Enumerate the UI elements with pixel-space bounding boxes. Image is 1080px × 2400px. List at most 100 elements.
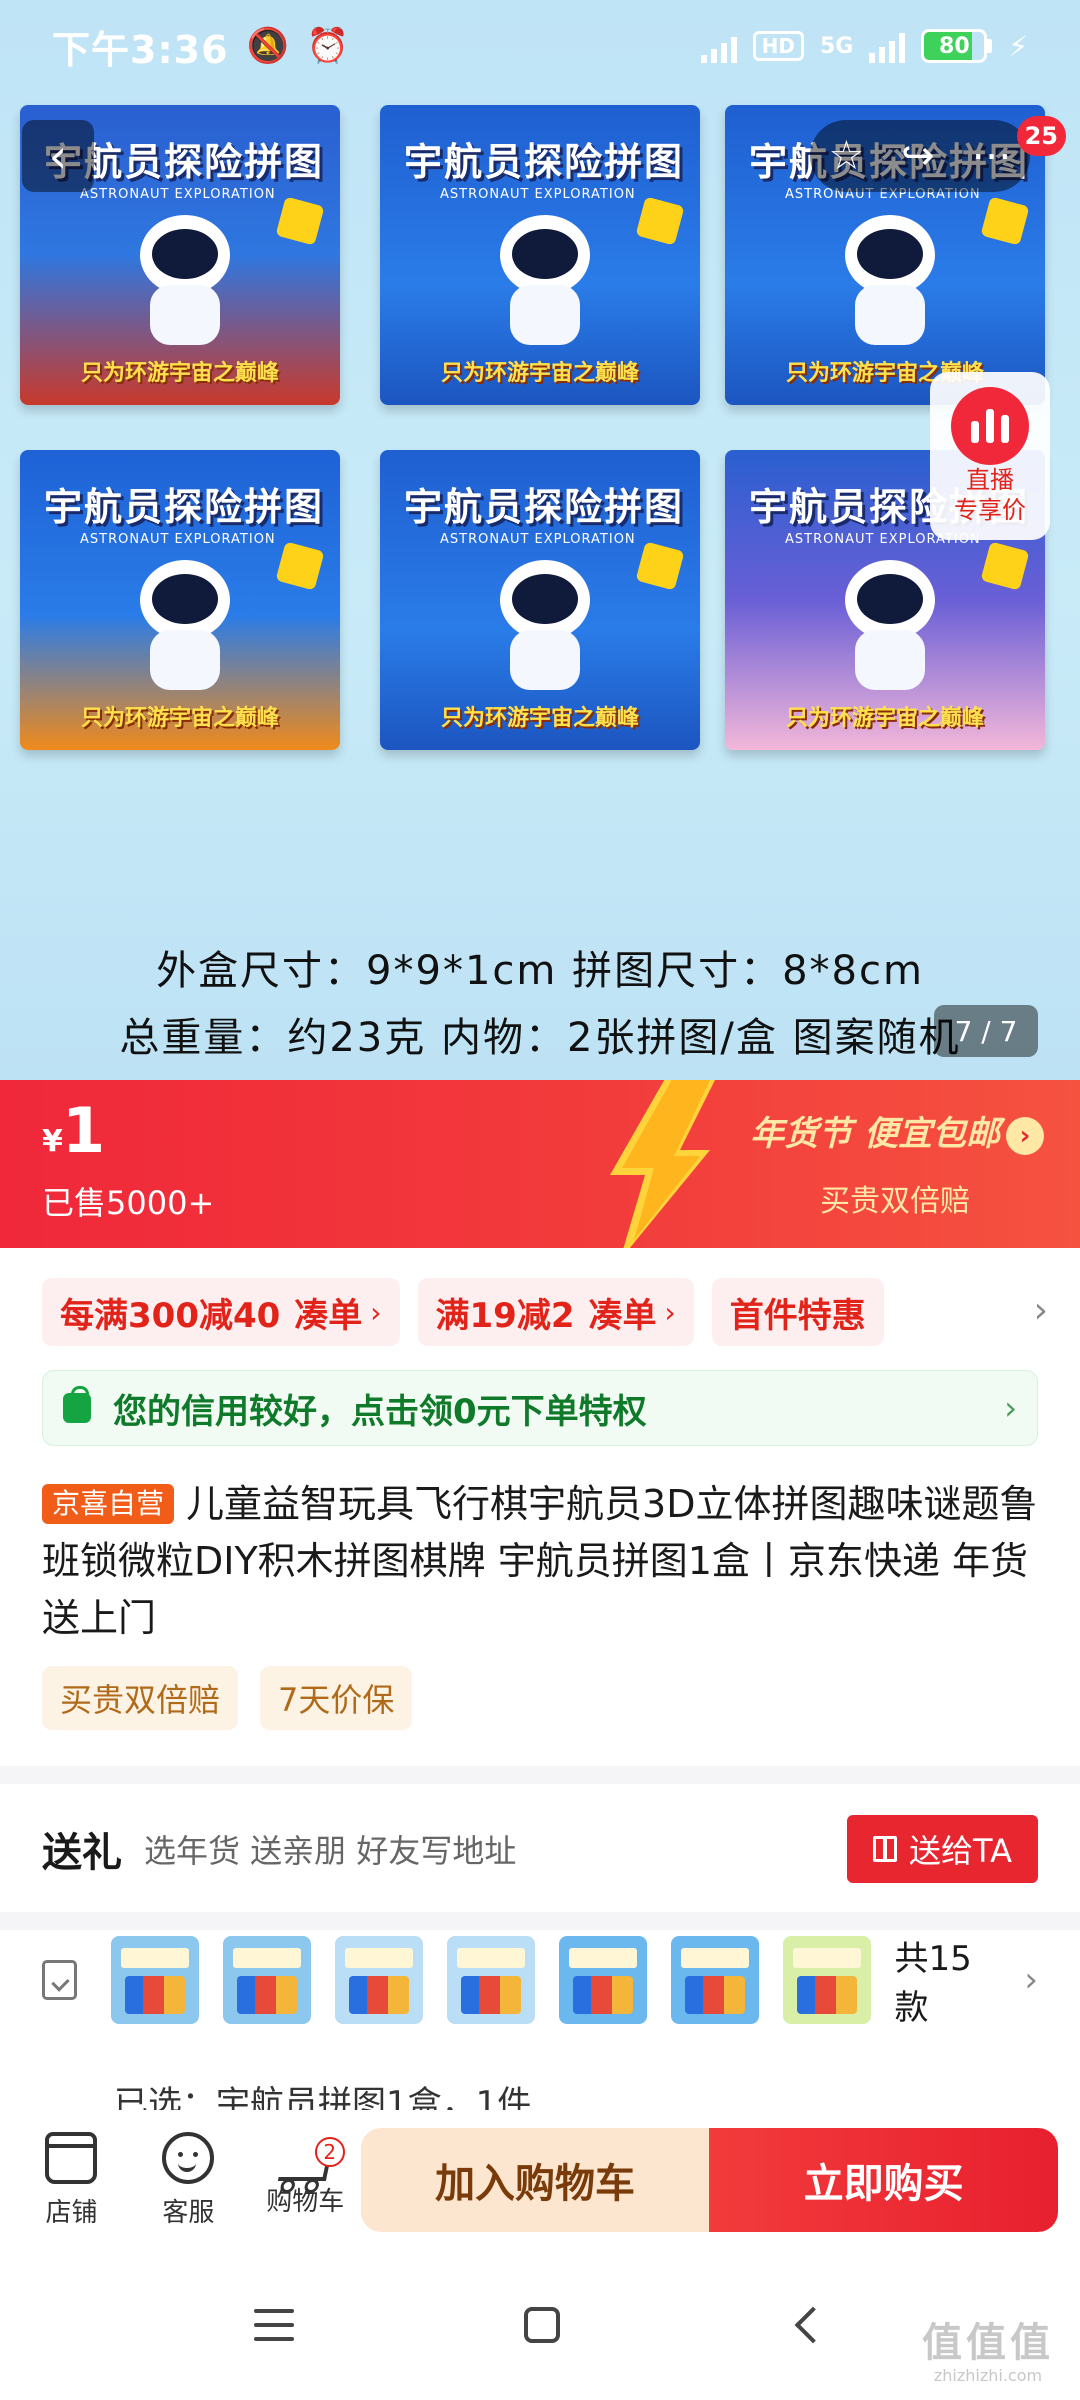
gift-description: 选年货 送亲朋 好友写地址 — [144, 1832, 517, 1870]
box-subtitle: ASTRONAUT EXPLORATION — [80, 187, 276, 202]
buy-now-button[interactable]: 立即购买 — [709, 2128, 1058, 2232]
astronaut-illustration — [130, 215, 240, 345]
back-nav-icon[interactable] — [794, 2306, 832, 2344]
lightning-icon — [610, 1080, 715, 1248]
live-label: 直播 — [966, 466, 1014, 494]
chevron-left-icon: ‹ — [48, 129, 68, 183]
box-slogan: 只为环游宇宙之巅峰 — [785, 706, 984, 731]
box-title: 宇航员探险拼图 — [404, 485, 685, 529]
chevron-right-icon: › — [1004, 1389, 1017, 1427]
self-operated-tag: 京喜自营 — [42, 1484, 175, 1524]
chevron-right-icon: › — [1024, 1960, 1038, 2000]
section-divider — [0, 1766, 1080, 1784]
variant-thumbnail[interactable] — [558, 1936, 647, 2024]
cell-signal-icon — [869, 29, 906, 63]
battery-icon: 80 — [921, 29, 993, 63]
product-title-text: 儿童益智玩具飞行棋宇航员3D立体拼图趣味谜题鲁班锁微粒DIY积木拼图棋牌 宇航员… — [42, 1482, 1038, 1640]
coupon-label: 首件特惠 — [729, 1295, 866, 1336]
variant-thumbnail[interactable] — [446, 1936, 535, 2024]
box-subtitle: ASTRONAUT EXPLORATION — [440, 187, 636, 202]
chevron-right-icon: › — [664, 1295, 676, 1329]
variant-selector[interactable]: 共15款 › — [0, 1930, 1080, 2030]
box-slogan: 只为环游宇宙之巅峰 — [440, 361, 639, 386]
guarantee-chip[interactable]: 7天价保 — [260, 1666, 413, 1730]
credit-privilege-banner[interactable]: 您的信用较好，点击领0元下单特权 › — [42, 1370, 1038, 1446]
guarantee-chip[interactable]: 买贵双倍赔 — [42, 1666, 239, 1730]
price-currency: ¥ — [42, 1124, 63, 1159]
coupon-label: 每满300减40 — [60, 1295, 281, 1336]
price-banner: ¥ 1 已售5000+ 年货节 便宜包邮 › 买贵双倍赔 — [0, 1080, 1080, 1248]
box-slogan: 只为环游宇宙之巅峰 — [80, 706, 279, 731]
puzzle-box: 宇航员探险拼图 ASTRONAUT EXPLORATION 只为环游宇宙之巅峰 — [380, 105, 700, 405]
coupon-row: 每满300减40 凑单 › 满19减2 凑单 › 首件特惠 — [42, 1278, 1042, 1346]
box-slogan: 只为环游宇宙之巅峰 — [440, 706, 639, 731]
variant-thumbnail[interactable] — [670, 1936, 759, 2024]
message-badge: 25 — [1016, 116, 1066, 156]
chevron-right-icon: › — [370, 1295, 382, 1329]
favorite-star-icon[interactable]: ☆ — [828, 133, 864, 179]
box-subtitle: ASTRONAUT EXPLORATION — [80, 532, 276, 547]
coupon-chip[interactable]: 首件特惠 — [711, 1278, 884, 1346]
arrow-right-icon: › — [1006, 1116, 1044, 1155]
coupon-action: 凑单 — [294, 1295, 363, 1336]
coupon-chip[interactable]: 每满300减40 凑单 › — [42, 1278, 400, 1346]
back-button[interactable]: ‹ — [22, 120, 94, 192]
price-guarantee: 买贵双倍赔 — [820, 1184, 970, 1219]
gift-heading: 送礼 — [42, 1830, 122, 1876]
promo-link[interactable]: 年货节 便宜包邮 › — [750, 1106, 1044, 1155]
coupon-label: 满19减2 — [435, 1295, 575, 1336]
status-bar: 下午3:36 🔕 ⏰ HD 5G 80 ⚡ — [0, 0, 1080, 92]
status-time: 下午3:36 — [52, 27, 229, 72]
alarm-icon: ⏰ — [306, 26, 350, 66]
puzzle-box: 宇航员探险拼图 ASTRONAUT EXPLORATION 只为环游宇宙之巅峰 — [380, 450, 700, 750]
price-amount: 1 — [62, 1094, 106, 1167]
add-to-cart-button[interactable]: 加入购物车 — [360, 2128, 710, 2232]
coupon-action: 凑单 — [588, 1295, 657, 1336]
home-icon[interactable] — [524, 2307, 560, 2343]
site-watermark: 值值值 zhizhizhi.com — [918, 2320, 1058, 2386]
puzzle-piece-icon — [275, 541, 325, 591]
store-label: 店铺 — [45, 2197, 98, 2228]
service-label: 客服 — [162, 2197, 215, 2228]
customer-service-button[interactable]: 客服 — [133, 2131, 244, 2229]
customer-service-icon — [162, 2131, 215, 2184]
top-actions: ☆ ↪ ⋯ — [810, 120, 1030, 192]
live-price-label: 专享价 — [954, 496, 1026, 524]
cart-button[interactable]: 2 购物车 — [250, 2136, 361, 2218]
astronaut-illustration — [835, 560, 945, 690]
mute-icon: 🔕 — [246, 26, 289, 66]
promo-text: 年货节 便宜包邮 — [750, 1114, 1000, 1154]
size-info: 外盒尺寸：9*9*1cm 拼图尺寸：8*8cm — [156, 948, 924, 994]
wifi-signal-icon — [700, 29, 737, 63]
variant-thumbnail[interactable] — [110, 1936, 199, 2024]
charging-icon: ⚡ — [1008, 29, 1028, 63]
astronaut-illustration — [490, 215, 600, 345]
send-gift-label: 送给TA — [909, 1832, 1012, 1870]
image-pager: 7 / 7 — [934, 1005, 1038, 1057]
more-icon[interactable]: ⋯ — [972, 133, 1012, 179]
variant-thumbnail[interactable] — [782, 1936, 871, 2024]
product-photo: 宇航员探险拼图 ASTRONAUT EXPLORATION 只为环游宇宙之巅峰 … — [20, 105, 1060, 795]
variant-thumbnail[interactable] — [222, 1936, 311, 2024]
store-button[interactable]: 店铺 — [16, 2131, 127, 2229]
live-price-button[interactable]: 直播 专享价 — [930, 372, 1050, 540]
store-icon — [45, 2131, 98, 2184]
send-gift-button[interactable]: 送给TA — [847, 1815, 1038, 1883]
share-icon[interactable]: ↪ — [901, 133, 935, 179]
variant-thumbnails — [110, 1936, 871, 2024]
box-title: 宇航员探险拼图 — [44, 485, 325, 529]
product-image-gallery[interactable]: 下午3:36 🔕 ⏰ HD 5G 80 ⚡ 宇航员探险拼图 ASTRONAUT … — [0, 0, 1080, 1080]
coupon-chip[interactable]: 满19减2 凑单 › — [417, 1278, 694, 1346]
puzzle-box: 宇航员探险拼图 ASTRONAUT EXPLORATION 只为环游宇宙之巅峰 — [20, 450, 340, 750]
variant-count: 共15款 — [894, 1939, 972, 2028]
section-divider — [0, 1912, 1080, 1930]
coupons-more-chevron-icon[interactable]: › — [1034, 1290, 1048, 1331]
astronaut-illustration — [835, 215, 945, 345]
watermark-logo: 值值值 — [922, 2320, 1054, 2366]
variant-thumbnail[interactable] — [334, 1936, 423, 2024]
watermark-url: zhizhizhi.com — [933, 2366, 1043, 2385]
recent-apps-icon[interactable] — [254, 2309, 294, 2341]
sold-count: 已售5000+ — [42, 1184, 215, 1222]
bottom-action-bar: 店铺 客服 2 购物车 加入购物车 立即购买 — [0, 2110, 1080, 2250]
rocket-illustration — [490, 560, 600, 690]
